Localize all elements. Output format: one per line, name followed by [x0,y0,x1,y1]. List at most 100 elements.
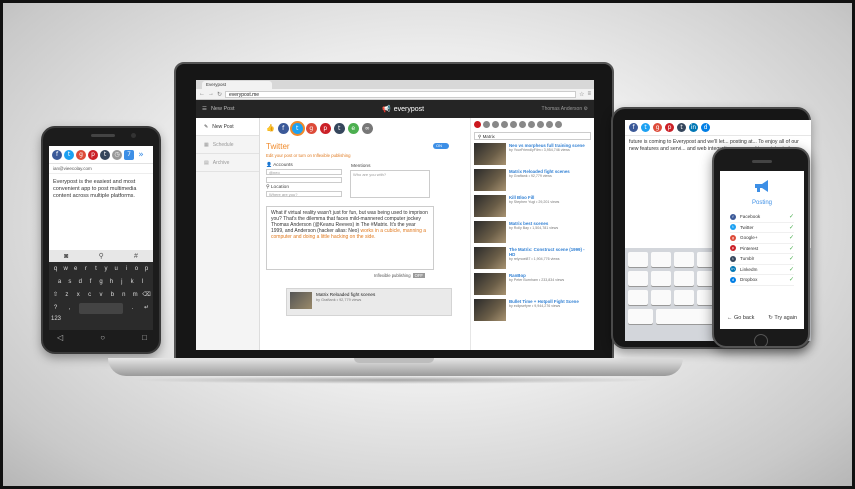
list-item[interactable]: Matrix best scenes by Rolly Bay • 1,504,7… [471,220,594,246]
dropbox-icon[interactable]: d [701,123,710,132]
network-name: LinkedIn [740,266,758,272]
news-icon[interactable] [555,120,562,128]
list-item: t Twitter ✓ [730,223,794,233]
tumblr-icon: t [730,255,736,262]
video-sub: by Graftank • 92,779 views [509,174,552,178]
posting-footer: ← Go back ↻ Try again [720,315,804,321]
pinterest-icon[interactable]: p [665,123,674,132]
facebook-icon[interactable]: f [277,122,289,134]
location-field[interactable]: Where are you? [266,191,342,197]
reload-icon[interactable]: ↻ [217,91,222,98]
laptop-shadow [130,376,660,384]
googleplus-icon[interactable]: g [76,150,86,160]
sidebar-item-new-post[interactable]: ✎ New Post [196,118,259,136]
app-header: ☰ New Post 📢 everypost Thomas Anderson ⚙ [196,100,594,118]
pinterest-icon: p [730,245,736,252]
evernote-icon[interactable]: e [347,122,359,134]
gear-icon[interactable]: ⚙ [584,106,588,112]
address-bar[interactable]: everypost.me [225,90,577,98]
forward-arrow-icon[interactable]: → [208,91,214,97]
twitter-icon[interactable]: t [641,123,650,132]
youtube-icon[interactable] [474,120,481,128]
sidebar-item-archive[interactable]: ▤ Archive [196,154,259,172]
network-name: Google+ [740,235,758,241]
sidebar: ✎ New Post ▦ Schedule ▤ Archive [196,118,260,350]
instagram-icon[interactable] [510,120,517,128]
megaphone-icon: 📢 [382,106,391,113]
pinterest-icon[interactable]: p [319,122,331,134]
media-search-value: Matrix [482,134,495,139]
send-icon[interactable]: » [136,150,146,160]
sidebar-item-schedule[interactable]: ▦ Schedule [196,136,259,154]
clock-icon[interactable]: ◷ [112,150,122,160]
browser-menu-icon[interactable]: ≡ [587,91,591,97]
bookmark-star-icon[interactable]: ☆ [579,91,584,98]
edit-post-link[interactable]: Edit your post or turn on Inflexible pub… [266,153,462,158]
checkmark-icon: ✓ [788,224,794,231]
mentions-field[interactable]: Mentions Who are you with? [350,164,430,198]
twitter-icon[interactable]: t [291,122,303,134]
laptop-lid: Everypost ← → ↻ everypost.me ☆ ≡ ☰ New Po… [174,62,614,360]
accounts-field-extra[interactable] [266,177,342,183]
post-text[interactable]: Everypost is the easiest and most conven… [49,174,153,205]
photo-icon[interactable] [483,120,490,128]
keyboard[interactable]: qwertyuiop asdfghjkl ⇧ z x c v b n m ⌫ ?123,. ↵ [49,262,153,330]
mentions-label: Mentions [351,164,371,169]
twitter-icon[interactable]: t [64,150,74,160]
inflexible-publishing-toggle[interactable]: Inflexible publishing OFF [374,273,425,278]
video-thumbnail [474,273,506,295]
googleplus-icon[interactable]: g [305,122,317,134]
video-icon[interactable] [492,120,499,128]
drive-icon[interactable] [537,120,544,128]
link-icon[interactable]: ∞ [361,122,373,134]
network-toggle[interactable]: ON [433,143,449,149]
tumblr-icon[interactable]: t [677,123,686,132]
menu-toggle[interactable]: ☰ New Post [196,106,234,112]
accounts-field[interactable]: @neo [266,169,342,175]
posting-header: Posting [720,171,804,206]
facebook-icon[interactable]: f [629,123,638,132]
facebook-icon[interactable]: f [52,150,62,160]
back-arrow-icon[interactable]: ← [199,91,205,97]
linkedin-icon[interactable]: in [689,123,698,132]
list-item[interactable]: The Matrix: Construct scene (1999) - HD b… [471,246,594,272]
list-item[interactable]: RanBop by Peter Burnham • 233,834 views [471,272,594,298]
checkmark-icon: ✓ [788,277,794,284]
try-again-button[interactable]: ↻ Try again [768,315,797,321]
recents-icon[interactable]: □ [142,333,147,342]
browser-tab[interactable]: Everypost [202,81,272,89]
location-label-text: Location [270,185,289,190]
music-icon[interactable] [501,120,508,128]
googleplus-icon[interactable]: g [653,123,662,132]
back-icon[interactable]: ◁ [57,333,63,342]
search-icon[interactable]: ⚲ [99,252,104,260]
tumblr-icon[interactable]: t [333,122,345,134]
laptop-base [108,358,683,376]
post-textarea[interactable]: What if virtual reality wasn't just for … [266,206,434,270]
flickr-icon[interactable] [519,120,526,128]
laptop-screen: Everypost ← → ↻ everypost.me ☆ ≡ ☰ New Po… [196,80,594,350]
list-item[interactable]: Matrix Reloaded fight scenes by Graftank … [471,168,594,194]
email-field[interactable]: ian@vieecolay.com [49,164,153,174]
home-icon[interactable]: ○ [100,333,105,342]
home-button[interactable] [754,334,768,348]
browser-toolbar: ← → ↻ everypost.me ☆ ≡ [196,89,594,100]
camera-icon[interactable]: ◙ [64,253,68,260]
media-search-input[interactable]: ⚲ Matrix [474,132,591,140]
user-icon: 👤 [266,163,272,168]
hash-icon[interactable]: # [134,253,138,260]
thumbs-up-icon[interactable]: 👍 [266,124,275,132]
list-item[interactable]: Neo vs morpheus full training scene by Yo… [471,142,594,168]
list-item[interactable]: Bullet Time + Hotpoll Fight Scene by ecli… [471,298,594,324]
calendar-icon[interactable]: 7 [124,150,134,160]
keyboard-toolbar: ◙ ⚲ # [49,250,153,262]
go-back-button[interactable]: ← Go back [727,315,755,321]
list-item[interactable]: Kill Bloo Fill by Stephen Yugi • 29,201 v… [471,194,594,220]
video-embed-card[interactable]: Matrix Reloaded fight scenes by Graftank… [286,288,452,316]
dropbox-icon[interactable] [528,120,535,128]
list-item: f Facebook ✓ [730,212,794,223]
vimeo-icon[interactable] [546,120,553,128]
user-name[interactable]: Thomas Anderson ⚙ [542,106,588,112]
pinterest-icon[interactable]: p [88,150,98,160]
tumblr-icon[interactable]: t [100,150,110,160]
